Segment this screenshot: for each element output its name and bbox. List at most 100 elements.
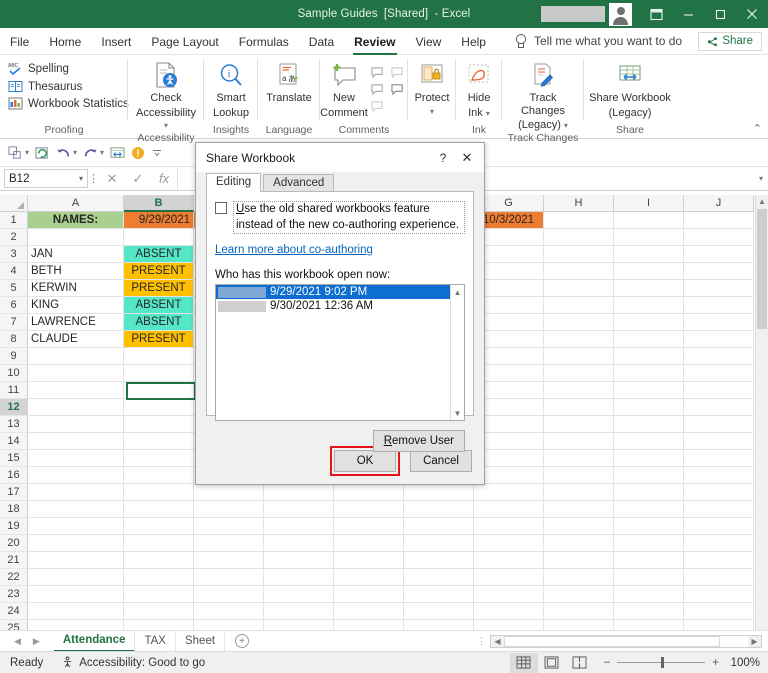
dialog-help-button[interactable]: ?	[432, 147, 454, 169]
cell-F24[interactable]	[404, 603, 474, 620]
row-header-13[interactable]: 13	[0, 416, 28, 433]
list-item[interactable]: 9/29/2021 9:02 PM	[216, 285, 464, 300]
cell-E21[interactable]	[334, 552, 404, 569]
tab-file[interactable]: File	[0, 28, 39, 55]
cell-G25[interactable]	[474, 620, 544, 630]
cell-I20[interactable]	[614, 535, 684, 552]
cell-E18[interactable]	[334, 501, 404, 518]
cell-G21[interactable]	[474, 552, 544, 569]
nav-next-icon[interactable]: ▶	[33, 636, 40, 647]
cell-D22[interactable]	[264, 569, 334, 586]
cell-I18[interactable]	[614, 501, 684, 518]
cell-H23[interactable]	[544, 586, 614, 603]
show-all-comments-icon[interactable]	[370, 100, 385, 113]
cell-A12[interactable]	[28, 399, 124, 416]
cell-I23[interactable]	[614, 586, 684, 603]
thesaurus-button[interactable]: Thesaurus	[5, 80, 132, 93]
row-header-21[interactable]: 21	[0, 552, 28, 569]
cell-H12[interactable]	[544, 399, 614, 416]
cell-J18[interactable]	[684, 501, 754, 518]
cell-H6[interactable]	[544, 297, 614, 314]
chevron-down-icon[interactable]: ▾	[164, 121, 168, 130]
cell-A16[interactable]	[28, 467, 124, 484]
horizontal-scrollbar[interactable]: ◀ ▶	[490, 634, 762, 648]
cell-J10[interactable]	[684, 365, 754, 382]
column-header-H[interactable]: H	[544, 195, 614, 212]
cell-D24[interactable]	[264, 603, 334, 620]
horizontal-scroll-track[interactable]	[504, 635, 748, 647]
cell-J19[interactable]	[684, 518, 754, 535]
hide-ink-button[interactable]: Hide Ink ▾	[461, 60, 497, 119]
cell-F19[interactable]	[404, 518, 474, 535]
cell-J8[interactable]	[684, 331, 754, 348]
cell-I15[interactable]	[614, 450, 684, 467]
undo-icon[interactable]: ▾	[56, 146, 77, 160]
cell-I11[interactable]	[614, 382, 684, 399]
share-workbook-icon[interactable]	[110, 146, 125, 160]
cell-J16[interactable]	[684, 467, 754, 484]
cell-F23[interactable]	[404, 586, 474, 603]
minimize-button[interactable]	[672, 0, 704, 28]
horizontal-scroll-thumb[interactable]	[504, 635, 720, 647]
cell-C25[interactable]	[194, 620, 264, 630]
cell-B3[interactable]: ABSENT	[124, 246, 194, 263]
cell-I21[interactable]	[614, 552, 684, 569]
cell-J15[interactable]	[684, 450, 754, 467]
row-header-16[interactable]: 16	[0, 467, 28, 484]
cell-J7[interactable]	[684, 314, 754, 331]
cell-I19[interactable]	[614, 518, 684, 535]
cell-E17[interactable]	[334, 484, 404, 501]
cell-E24[interactable]	[334, 603, 404, 620]
cell-E19[interactable]	[334, 518, 404, 535]
row-header-20[interactable]: 20	[0, 535, 28, 552]
dialog-close-button[interactable]: ✕	[454, 147, 480, 169]
confirm-icon[interactable]: ✓	[125, 171, 151, 187]
cell-J22[interactable]	[684, 569, 754, 586]
cell-J14[interactable]	[684, 433, 754, 450]
cell-I3[interactable]	[614, 246, 684, 263]
cell-B10[interactable]	[124, 365, 194, 382]
zoom-value[interactable]: 100%	[726, 657, 760, 669]
cell-H10[interactable]	[544, 365, 614, 382]
name-box[interactable]: B12 ▾	[4, 169, 88, 188]
cell-A25[interactable]	[28, 620, 124, 630]
cell-I12[interactable]	[614, 399, 684, 416]
cell-H3[interactable]	[544, 246, 614, 263]
tab-data[interactable]: Data	[299, 28, 344, 55]
cell-I10[interactable]	[614, 365, 684, 382]
tab-insert[interactable]: Insert	[91, 28, 141, 55]
cell-B6[interactable]: ABSENT	[124, 297, 194, 314]
cell-H11[interactable]	[544, 382, 614, 399]
cell-D19[interactable]	[264, 518, 334, 535]
previous-comment-icon[interactable]	[390, 66, 405, 79]
cell-E20[interactable]	[334, 535, 404, 552]
cell-C18[interactable]	[194, 501, 264, 518]
cell-J24[interactable]	[684, 603, 754, 620]
cell-B22[interactable]	[124, 569, 194, 586]
tab-home[interactable]: Home	[39, 28, 91, 55]
page-layout-view-icon[interactable]	[538, 653, 566, 673]
cell-A1[interactable]: NAMES:	[28, 212, 124, 229]
row-header-15[interactable]: 15	[0, 450, 28, 467]
cell-A10[interactable]	[28, 365, 124, 382]
cell-A24[interactable]	[28, 603, 124, 620]
share-workbook-legacy-button[interactable]: Share Workbook (Legacy)	[589, 60, 671, 119]
cell-H15[interactable]	[544, 450, 614, 467]
cell-J12[interactable]	[684, 399, 754, 416]
cell-B20[interactable]	[124, 535, 194, 552]
cell-A11[interactable]	[28, 382, 124, 399]
scroll-left-icon[interactable]: ◀	[491, 637, 504, 646]
dialog-tab-advanced[interactable]: Advanced	[263, 174, 335, 192]
delete-comment-icon[interactable]	[370, 66, 385, 79]
cell-D20[interactable]	[264, 535, 334, 552]
chevron-down-icon[interactable]: ▾	[430, 107, 434, 116]
cell-B14[interactable]	[124, 433, 194, 450]
cell-H7[interactable]	[544, 314, 614, 331]
cell-H13[interactable]	[544, 416, 614, 433]
cell-J9[interactable]	[684, 348, 754, 365]
cell-J13[interactable]	[684, 416, 754, 433]
zoom-out-button[interactable]: −	[604, 657, 611, 669]
cell-B23[interactable]	[124, 586, 194, 603]
customize-toolbar-icon[interactable]	[151, 147, 163, 159]
row-header-2[interactable]: 2	[0, 229, 28, 246]
